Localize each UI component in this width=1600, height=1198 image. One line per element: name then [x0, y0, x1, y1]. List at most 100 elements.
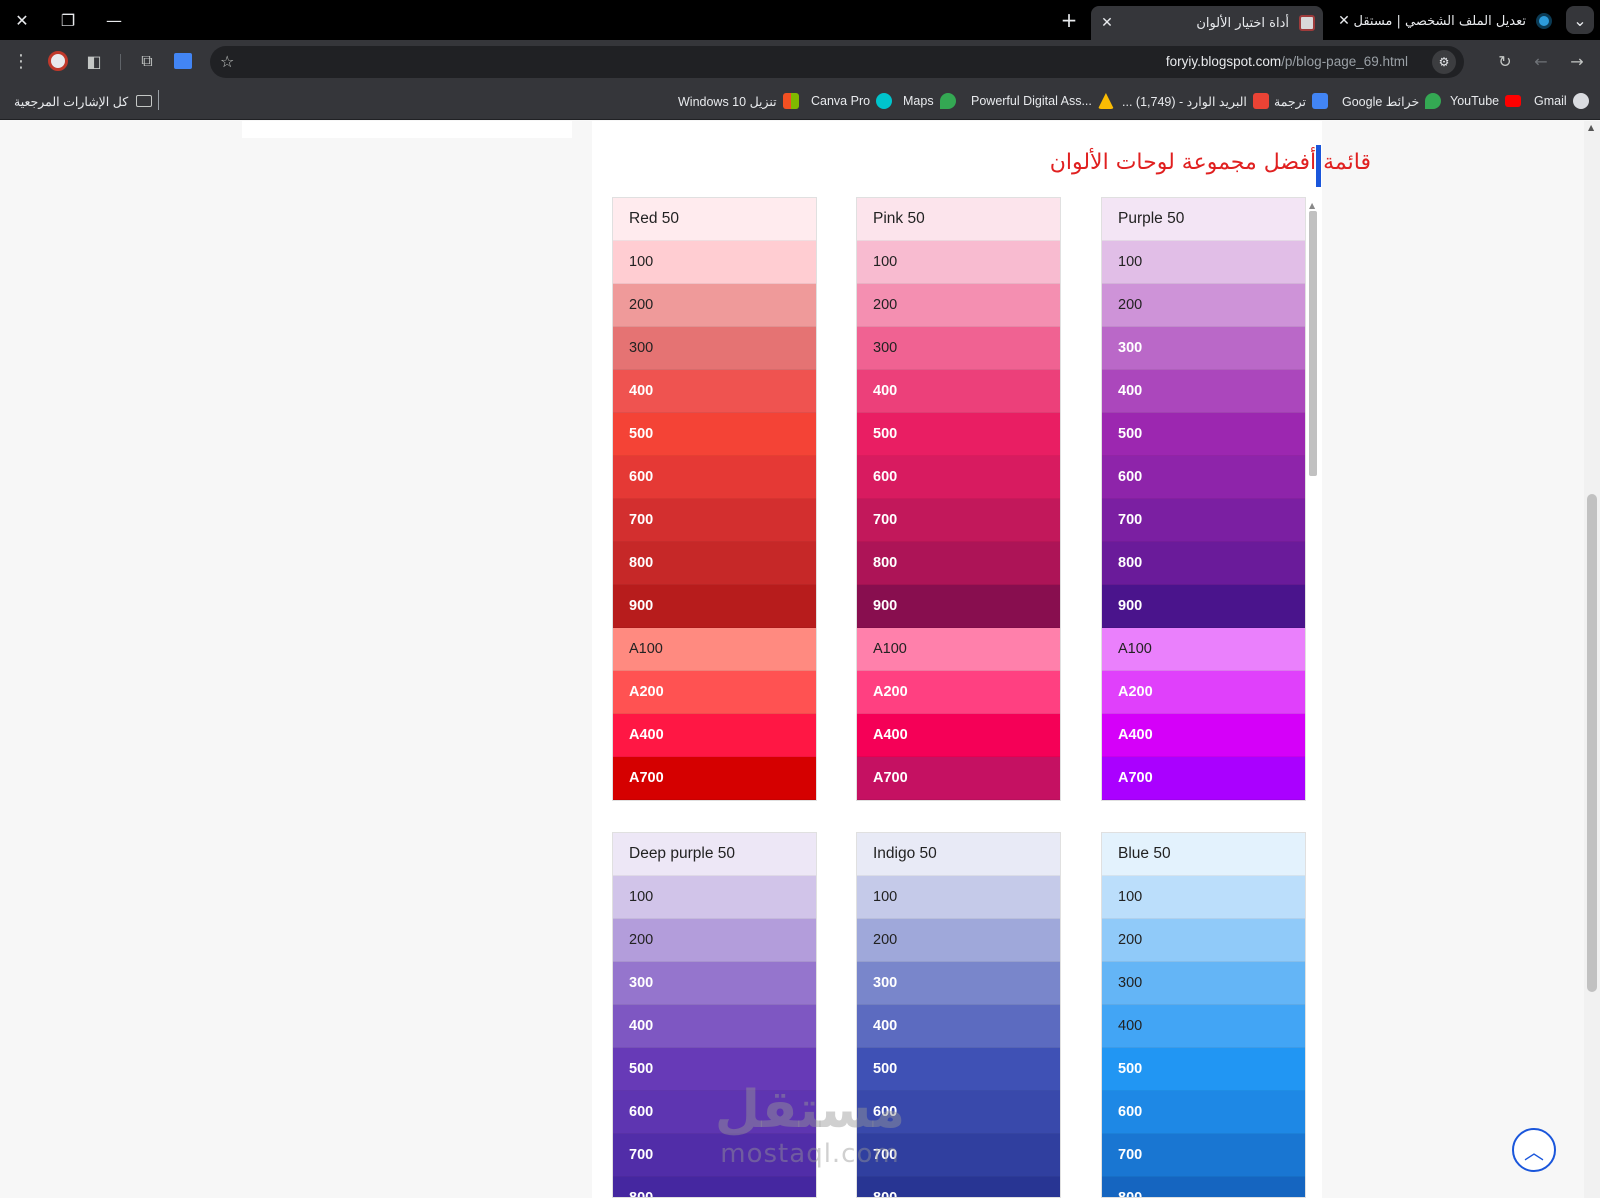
- color-swatch[interactable]: 800: [613, 1177, 816, 1197]
- color-swatch[interactable]: 800: [857, 542, 1060, 585]
- tab-close-icon[interactable]: ✕: [1099, 15, 1115, 31]
- back-arrow-icon[interactable]: ←: [1528, 48, 1554, 74]
- color-swatch[interactable]: 800: [613, 542, 816, 585]
- color-swatch[interactable]: A700: [857, 757, 1060, 800]
- color-swatch[interactable]: 200: [1102, 919, 1305, 962]
- reload-icon[interactable]: ↻: [1492, 48, 1518, 74]
- color-swatch[interactable]: 400: [1102, 1005, 1305, 1048]
- color-swatch[interactable]: 600: [613, 456, 816, 499]
- bookmark-google-maps[interactable]: خرائط Google: [1342, 91, 1442, 111]
- color-swatch[interactable]: 300: [857, 327, 1060, 370]
- color-swatch[interactable]: 200: [857, 919, 1060, 962]
- forward-arrow-icon[interactable]: →: [1564, 48, 1590, 74]
- color-swatch[interactable]: Red 50: [613, 198, 816, 241]
- back-to-top-button[interactable]: ︿: [1512, 1128, 1556, 1172]
- color-swatch[interactable]: 900: [613, 585, 816, 628]
- color-swatch[interactable]: 300: [613, 327, 816, 370]
- minimize-window-button[interactable]: —: [100, 6, 128, 34]
- bookmark-all-folder[interactable]: كل الإشارات المرجعية: [14, 91, 153, 111]
- color-swatch[interactable]: 600: [1102, 456, 1305, 499]
- color-swatch[interactable]: 100: [613, 876, 816, 919]
- bookmark-gmail[interactable]: Gmail: [1534, 91, 1589, 111]
- bookmark-translate[interactable]: ترجمة: [1274, 91, 1329, 111]
- color-swatch[interactable]: A200: [857, 671, 1060, 714]
- color-swatch[interactable]: 600: [613, 1091, 816, 1134]
- color-swatch[interactable]: 700: [857, 499, 1060, 542]
- profile-avatar-icon[interactable]: [45, 48, 71, 74]
- color-swatch[interactable]: 900: [1102, 585, 1305, 628]
- color-swatch[interactable]: 500: [1102, 413, 1305, 456]
- color-swatch[interactable]: 400: [613, 1005, 816, 1048]
- bookmark-inbox[interactable]: البريد الوارد - (1,749) ...: [1122, 91, 1269, 111]
- tab-close-icon[interactable]: ✕: [1336, 13, 1352, 29]
- new-tab-button[interactable]: +: [1055, 6, 1083, 34]
- color-swatch[interactable]: 200: [1102, 284, 1305, 327]
- color-swatch[interactable]: A100: [613, 628, 816, 671]
- color-swatch[interactable]: Indigo 50: [857, 833, 1060, 876]
- color-swatch[interactable]: 100: [1102, 876, 1305, 919]
- bookmark-canva-pro[interactable]: Canva Pro: [811, 91, 893, 111]
- color-swatch[interactable]: A400: [613, 714, 816, 757]
- palette-scroll-thumb[interactable]: [1309, 211, 1317, 476]
- close-window-button[interactable]: ✕: [8, 6, 36, 34]
- page-scrollbar[interactable]: ▲: [1584, 121, 1600, 1198]
- tab-mostaql-profile[interactable]: ✕ تعديل الملف الشخصي | مستقل: [1328, 6, 1560, 36]
- side-panel-icon[interactable]: ◧: [81, 48, 107, 74]
- color-swatch[interactable]: 200: [857, 284, 1060, 327]
- color-swatch[interactable]: 600: [857, 1091, 1060, 1134]
- color-swatch[interactable]: 500: [1102, 1048, 1305, 1091]
- page-scroll-thumb[interactable]: [1587, 494, 1597, 992]
- site-settings-icon[interactable]: ⚙: [1432, 50, 1456, 74]
- address-bar[interactable]: ☆ foryiy.blogspot.com/p/blog-page_69.htm…: [210, 46, 1464, 78]
- palette-scrollbar[interactable]: ▲: [1306, 197, 1320, 801]
- color-swatch[interactable]: 700: [613, 1134, 816, 1177]
- color-swatch[interactable]: 100: [857, 876, 1060, 919]
- color-swatch[interactable]: 400: [857, 1005, 1060, 1048]
- color-swatch[interactable]: Purple 50: [1102, 198, 1305, 241]
- color-swatch[interactable]: 400: [857, 370, 1060, 413]
- scroll-up-arrow-icon[interactable]: ▲: [1588, 123, 1594, 132]
- color-swatch[interactable]: 200: [613, 284, 816, 327]
- color-swatch[interactable]: Pink 50: [857, 198, 1060, 241]
- color-swatch[interactable]: 300: [1102, 962, 1305, 1005]
- bookmark-star-icon[interactable]: ☆: [220, 52, 234, 71]
- color-swatch[interactable]: 200: [613, 919, 816, 962]
- color-swatch[interactable]: 500: [857, 1048, 1060, 1091]
- color-swatch[interactable]: 800: [1102, 542, 1305, 585]
- color-swatch[interactable]: 700: [857, 1134, 1060, 1177]
- color-swatch[interactable]: A100: [857, 628, 1060, 671]
- color-swatch[interactable]: 300: [1102, 327, 1305, 370]
- color-swatch[interactable]: A700: [613, 757, 816, 800]
- color-swatch[interactable]: 600: [857, 456, 1060, 499]
- color-swatch[interactable]: A100: [1102, 628, 1305, 671]
- color-swatch[interactable]: A200: [1102, 671, 1305, 714]
- color-swatch[interactable]: 400: [1102, 370, 1305, 413]
- bookmark-powerful-digital[interactable]: Powerful Digital Ass...: [971, 91, 1114, 111]
- color-swatch[interactable]: 100: [857, 241, 1060, 284]
- color-swatch[interactable]: 700: [1102, 499, 1305, 542]
- color-swatch[interactable]: A700: [1102, 757, 1305, 800]
- color-swatch[interactable]: 700: [1102, 1134, 1305, 1177]
- color-swatch[interactable]: 500: [613, 1048, 816, 1091]
- restore-window-button[interactable]: ❐: [54, 6, 82, 34]
- color-swatch[interactable]: 500: [613, 413, 816, 456]
- color-swatch[interactable]: 100: [613, 241, 816, 284]
- color-swatch[interactable]: 500: [857, 413, 1060, 456]
- color-swatch[interactable]: 100: [1102, 241, 1305, 284]
- bookmark-youtube[interactable]: YouTube: [1450, 91, 1522, 111]
- color-swatch[interactable]: 900: [857, 585, 1060, 628]
- color-swatch[interactable]: A400: [857, 714, 1060, 757]
- color-swatch[interactable]: Blue 50: [1102, 833, 1305, 876]
- bookmark-windows-10[interactable]: تنزيل Windows 10: [678, 91, 799, 111]
- tab-color-picker[interactable]: ✕ أداة اختيار الألوان: [1091, 6, 1323, 40]
- color-swatch[interactable]: A400: [1102, 714, 1305, 757]
- translate-extension-icon[interactable]: [170, 48, 196, 74]
- color-swatch[interactable]: 800: [857, 1177, 1060, 1197]
- scroll-up-arrow-icon[interactable]: ▲: [1309, 201, 1315, 210]
- menu-dots-icon[interactable]: ⋮: [8, 48, 34, 74]
- color-swatch[interactable]: A200: [613, 671, 816, 714]
- color-swatch[interactable]: 800: [1102, 1177, 1305, 1197]
- color-swatch[interactable]: Deep purple 50: [613, 833, 816, 876]
- color-swatch[interactable]: 600: [1102, 1091, 1305, 1134]
- url-text[interactable]: foryiy.blogspot.com/p/blog-page_69.html: [1166, 54, 1408, 69]
